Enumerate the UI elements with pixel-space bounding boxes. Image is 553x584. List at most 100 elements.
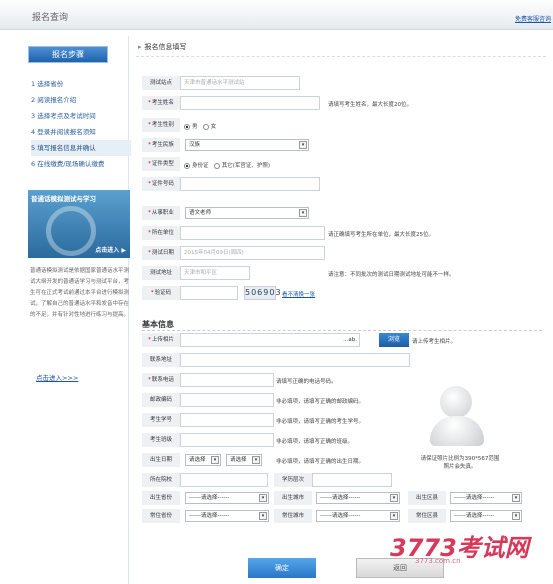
label-workplace: *所在单位 <box>142 226 180 240</box>
home-province-select[interactable]: ------请选择------ ▾ <box>185 510 269 522</box>
label-phone: *联系电话 <box>142 373 180 387</box>
id-number-input[interactable] <box>180 177 320 191</box>
birth-hint: 非必填项，请填写正确的出生日期。 <box>276 459 365 465</box>
chevron-down-icon: ▾ <box>390 494 398 502</box>
id-type-options: 身份证 其它(军官证、护照) <box>184 161 270 169</box>
label-captcha: *验证码 <box>142 286 180 300</box>
step-item-current[interactable]: 5 填写报名信息并确认 <box>31 140 131 156</box>
education-level-input[interactable] <box>312 473 392 487</box>
chevron-down-icon: ▾ <box>252 456 260 464</box>
label-student-no: 考生学号 <box>142 413 180 427</box>
sidebar: 报名步骤 1 选择省份 2 阅读报名介绍 3 选择考点及考试时间 4 登录并阅读… <box>14 36 131 584</box>
promo-enter[interactable]: 点击进入 ▶ <box>95 245 126 254</box>
birth-province-select[interactable]: ------请选择------ ▾ <box>185 492 269 504</box>
label-education-level: 学历层次 <box>274 473 312 487</box>
photo-caption: 请保证照片比例为390*567范围照片会失真。 <box>420 456 500 470</box>
step-item[interactable]: 2 阅读报名介绍 <box>31 92 131 108</box>
label-test-address: 测试地址 <box>142 266 180 280</box>
ethnicity-select[interactable]: 汉族 ▾ <box>185 139 309 151</box>
label-birth-city: 出生城市 <box>274 491 312 505</box>
birth-district-select[interactable]: ------请选择------ ▾ <box>450 492 522 504</box>
browse-button[interactable]: 浏览 <box>379 333 409 347</box>
watermark-url: 3773.com.cn <box>415 557 461 565</box>
label-class: 考生班级 <box>142 433 180 447</box>
label-postcode: 邮政编码 <box>142 393 180 407</box>
steps-title: 报名步骤 <box>28 46 108 63</box>
captcha-refresh-link[interactable]: 看不清换一张 <box>282 290 315 298</box>
chevron-down-icon: ▾ <box>259 494 267 502</box>
divider <box>142 330 542 331</box>
promo-link[interactable]: 点击进入>>> <box>36 372 78 382</box>
id-other-radio[interactable] <box>213 162 220 169</box>
step-item[interactable]: 4 登录并阅读报名须知 <box>31 124 131 140</box>
avatar-body-icon <box>430 416 484 446</box>
name-hint: 请填写考生姓名，最大长度20位。 <box>328 102 412 108</box>
label-test-date: *测试日期 <box>142 246 180 260</box>
main-content: 报名信息填写 测试站点 天津市普通话水平测试站 *考生姓名 请填写考生姓名，最大… <box>130 36 553 584</box>
label-contact-address: 联系地址 <box>142 353 180 367</box>
chevron-down-icon: ▾ <box>512 494 520 502</box>
step-item[interactable]: 1 选择省份 <box>31 76 131 92</box>
page-title: 报名查询 <box>32 13 69 23</box>
chevron-down-icon: ▾ <box>299 141 307 149</box>
avatar-head-icon <box>440 386 472 418</box>
student-no-input[interactable] <box>180 413 274 427</box>
student-no-hint: 非必填项，请填写正确的考生学号。 <box>276 419 365 425</box>
birth-year-select[interactable]: 请选择 ▾ <box>185 454 221 466</box>
workplace-hint: 请正确填写考生所在单位，最大长度25位。 <box>328 232 434 238</box>
label-birth-province: 出生省份 <box>142 491 180 505</box>
confirm-button[interactable]: 确定 <box>248 558 316 578</box>
promo-banner[interactable]: 普通话模拟测试与学习 点击进入 ▶ <box>28 190 130 258</box>
postcode-input[interactable] <box>180 393 274 407</box>
support-link[interactable]: 免费客服咨询 <box>515 14 551 23</box>
test-address-field: 天津市和平区 <box>180 266 250 280</box>
gender-male-radio[interactable] <box>184 123 190 130</box>
label-gender: *考生性别 <box>142 118 180 132</box>
promo-description: 普通话模拟测试是依据国家普通话水平测试大纲开发的普通话学习与测试平台，考生可在正… <box>30 268 130 318</box>
birth-city-select[interactable]: ------请选择------ ▾ <box>316 492 400 504</box>
basic-info-title: 基本信息 <box>142 320 174 329</box>
label-id-number: *证件号码 <box>142 177 180 191</box>
label-name: *考生姓名 <box>142 96 180 110</box>
label-home-province: 常住省份 <box>142 509 180 523</box>
promo-graphic <box>46 206 96 256</box>
home-district-select[interactable]: ------请选择------ ▾ <box>450 510 522 522</box>
step-item[interactable]: 6 在线缴费/现场确认缴费 <box>31 156 131 172</box>
divider <box>136 56 546 57</box>
photo-file-input[interactable]: ...ab. <box>180 333 360 347</box>
step-item[interactable]: 3 选择考点及考试时间 <box>31 108 131 124</box>
chevron-down-icon: ▾ <box>259 512 267 520</box>
label-home-city: 常住城市 <box>274 509 312 523</box>
id-card-radio[interactable] <box>184 162 190 169</box>
avatar-placeholder <box>426 382 488 448</box>
section-title: 报名信息填写 <box>138 42 187 52</box>
contact-address-input[interactable] <box>180 353 410 367</box>
class-hint: 非必填项，请填写正确的班级。 <box>276 439 354 445</box>
test-site-field: 天津市普通话水平测试站 <box>180 76 300 90</box>
upload-hint: 请上传考生相片。 <box>412 339 457 345</box>
gender-options: 男 女 <box>184 122 216 130</box>
label-school: 所在院校 <box>142 473 180 487</box>
postcode-hint: 非必填项，请填写正确的邮政编码。 <box>276 399 365 405</box>
test-date-field: 2015年04月09日(周四) <box>180 246 325 260</box>
birth-month-select[interactable]: 请选择 ▾ <box>226 454 262 466</box>
chevron-down-icon: ▾ <box>211 456 219 464</box>
workplace-input[interactable] <box>180 226 325 240</box>
test-address-hint: 请注意：不同批次的测试日期测试地址可能不一样。 <box>328 272 455 278</box>
name-input[interactable] <box>180 96 320 110</box>
steps-list: 1 选择省份 2 阅读报名介绍 3 选择考点及考试时间 4 登录并阅读报名须知 … <box>31 76 131 172</box>
label-id-type: *证件类型 <box>142 157 180 171</box>
label-birth-district: 出生区县 <box>408 491 446 505</box>
school-input[interactable] <box>180 473 268 487</box>
gender-female-radio[interactable] <box>202 123 209 130</box>
label-occupation: *从事职业 <box>142 206 180 220</box>
class-input[interactable] <box>180 433 274 447</box>
label-birth-date: 出生日期 <box>142 453 180 467</box>
occupation-select[interactable]: 语文老师 ▾ <box>185 207 309 219</box>
phone-input[interactable] <box>180 373 274 387</box>
label-ethnicity: *考生民族 <box>142 138 180 152</box>
captcha-image: 506903 <box>244 286 281 300</box>
home-city-select[interactable]: ------请选择------ ▾ <box>316 510 400 522</box>
captcha-input[interactable] <box>180 286 238 300</box>
top-bar: 报名查询 免费客服咨询 <box>0 0 553 30</box>
